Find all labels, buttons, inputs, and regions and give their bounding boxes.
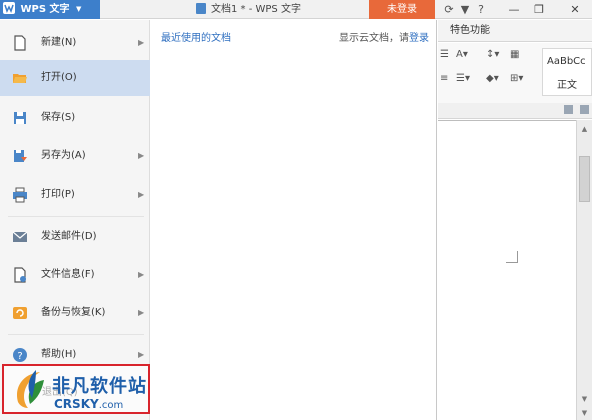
style-sample: AaBbCc [547, 56, 586, 67]
line-spacing-icon[interactable]: ☰▾ [456, 73, 470, 84]
sort-icon[interactable]: ↕▾ [486, 49, 499, 60]
menu-divider [8, 216, 144, 217]
watermark-english-name: CRSKY.com [54, 397, 124, 411]
page-corner-mark [506, 262, 518, 263]
wps-logo-icon [3, 2, 15, 14]
menu-item-print[interactable]: 打印(P) ▶ [0, 177, 150, 213]
login-button[interactable]: 未登录 [369, 0, 435, 19]
minimize-button[interactable]: — [505, 0, 523, 19]
file-menu: 新建(N) ▶ 打开(O) 保存(S) 另存为(A) ▶ 打印(P) ▶ 发送邮… [0, 20, 150, 420]
chevron-right-icon: ▶ [138, 151, 145, 160]
menu-item-open[interactable]: 打开(O) [0, 60, 150, 96]
chevron-right-icon: ▶ [138, 190, 145, 199]
watermark-chinese-name: 非凡软件站 [52, 376, 147, 397]
menu-item-send-email[interactable]: 发送邮件(D) [0, 219, 150, 255]
site-watermark: 退出(Q) 非凡软件站 CRSKY.com [2, 364, 150, 414]
email-icon [12, 231, 28, 242]
style-name: 正文 [557, 80, 577, 91]
recent-documents-title: 最近使用的文档 [161, 33, 231, 44]
close-button[interactable]: ✕ [566, 0, 584, 19]
crsky-logo-icon [16, 370, 44, 408]
scrollbar-thumb[interactable] [579, 156, 590, 202]
save-as-icon [14, 150, 27, 162]
font-size-icon[interactable]: A▾ [456, 49, 468, 60]
document-title: 文档1 * - WPS 文字 [196, 0, 301, 19]
shading-icon[interactable]: ◆▾ [486, 73, 499, 84]
ribbon-toolbar: ☰ A▾ ↕▾ ▦ ≡ ☰▾ ◆▾ ⊞▾ AaBbCc 正文 [438, 43, 592, 103]
chevron-right-icon: ▶ [138, 38, 145, 47]
restore-button[interactable]: ❐ [530, 0, 548, 19]
menu-item-backup-restore[interactable]: 备份与恢复(K) ▶ [0, 295, 150, 331]
menu-item-file-info[interactable]: 文件信息(F) ▶ [0, 257, 150, 293]
refresh-icon[interactable]: ⟳ [441, 0, 457, 19]
svg-text:?: ? [17, 351, 22, 362]
document-page-area[interactable] [438, 120, 576, 420]
skin-icon[interactable]: ▼ [457, 0, 473, 19]
chevron-down-icon: ▼ [76, 5, 82, 13]
table-icon[interactable]: ▦ [510, 49, 519, 60]
menu-item-new[interactable]: 新建(N) ▶ [0, 25, 150, 61]
menu-item-save[interactable]: 保存(S) [0, 100, 150, 136]
ribbon-footer [438, 103, 592, 119]
menu-item-save-as[interactable]: 另存为(A) ▶ [0, 138, 150, 174]
file-info-icon [14, 267, 26, 283]
cloud-docs-hint: 显示云文档，请登录 [339, 33, 429, 44]
menu-divider [8, 334, 144, 335]
app-name: WPS 文字 [20, 4, 70, 15]
title-bar-tools: ⟳ ▼? [441, 0, 489, 19]
title-bar: WPS 文字 ▼ 文档1 * - WPS 文字 未登录 ⟳ ▼? — ❐ ✕ [0, 0, 592, 19]
save-icon [14, 112, 26, 124]
dialog-launcher-icon[interactable] [580, 105, 589, 114]
recent-documents-panel: 最近使用的文档 显示云文档，请登录 [151, 20, 437, 420]
printer-icon [13, 187, 27, 203]
help-icon: ? [13, 348, 27, 362]
cloud-login-link[interactable]: 登录 [409, 33, 429, 44]
scroll-down-icon[interactable]: ▼ [577, 406, 592, 420]
tab-special-features[interactable]: 特色功能 [450, 20, 490, 42]
help-icon[interactable]: ? [473, 0, 489, 19]
app-menu-button[interactable]: WPS 文字 ▼ [0, 0, 100, 19]
indent-icon[interactable]: ☰ [440, 49, 449, 60]
chevron-right-icon: ▶ [138, 308, 145, 317]
border-icon[interactable]: ⊞▾ [510, 73, 523, 84]
ribbon-tabs: 特色功能 [438, 20, 592, 42]
new-document-icon [14, 35, 26, 51]
document-icon [196, 3, 206, 14]
align-icon[interactable]: ≡ [440, 73, 448, 84]
style-gallery-normal[interactable]: AaBbCc 正文 [542, 48, 592, 96]
folder-open-icon [13, 74, 27, 83]
scroll-down-icon[interactable]: ▼ [577, 392, 592, 406]
scroll-up-icon[interactable]: ▲ [577, 122, 592, 136]
vertical-scrollbar[interactable]: ▲ ▼ ▼ [576, 120, 592, 420]
backup-icon [13, 307, 27, 319]
dialog-launcher-icon[interactable] [564, 105, 573, 114]
chevron-right-icon: ▶ [138, 270, 145, 279]
